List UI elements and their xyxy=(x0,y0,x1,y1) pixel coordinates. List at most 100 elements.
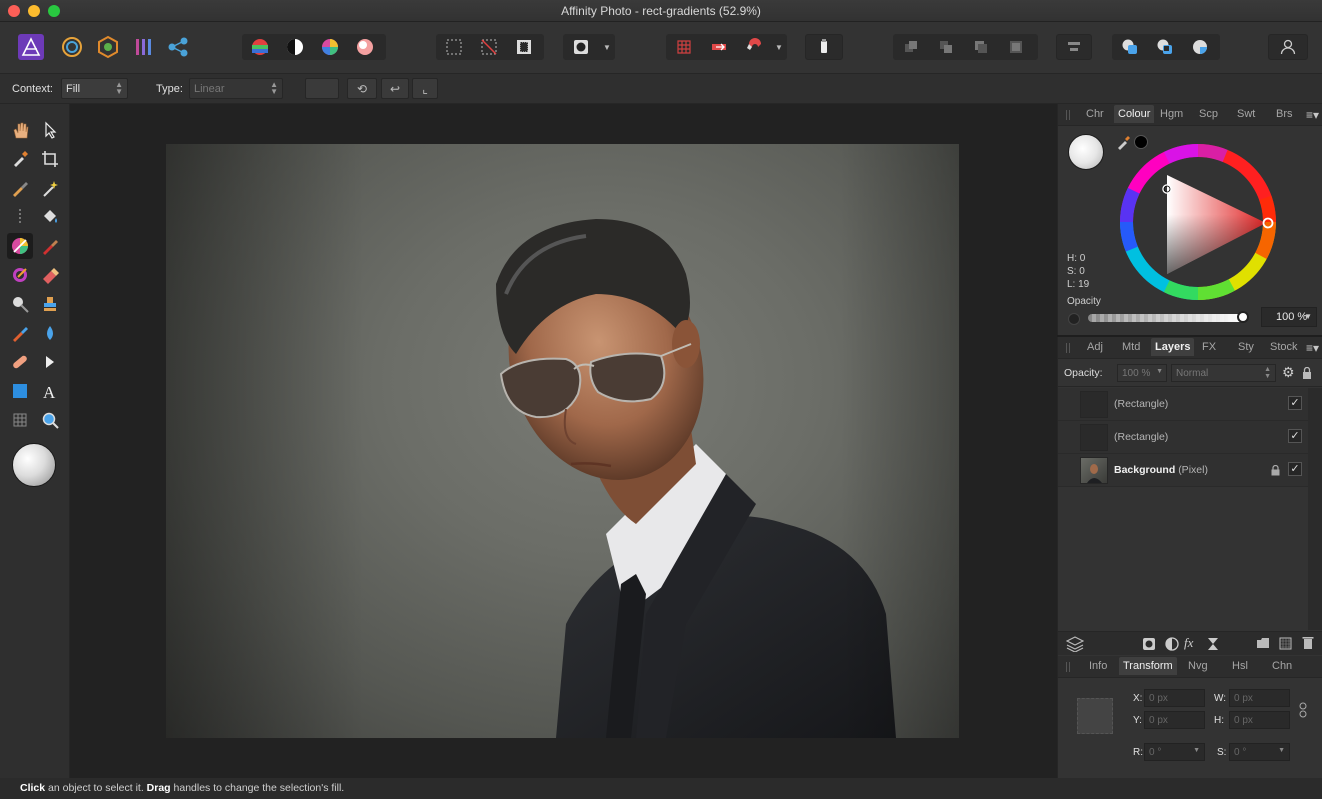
paint-brush-tool-icon[interactable] xyxy=(37,233,63,259)
add-mask-icon[interactable] xyxy=(1142,637,1156,651)
assistant-icon[interactable] xyxy=(805,34,843,60)
document-canvas[interactable] xyxy=(166,144,959,738)
panel-grip-icon[interactable] xyxy=(1066,662,1070,672)
add-fx-icon[interactable]: fx xyxy=(1184,635,1193,651)
marquee-select-icon[interactable] xyxy=(436,34,471,60)
h-field[interactable]: 0 px xyxy=(1229,711,1290,729)
layer-settings-gear-icon[interactable]: ⚙ xyxy=(1282,364,1295,381)
y-field[interactable]: 0 px xyxy=(1144,711,1205,729)
tab-nvg[interactable]: Nvg xyxy=(1188,660,1208,672)
aspect-gradient-icon[interactable]: ⌞ xyxy=(412,78,438,99)
tab-stock[interactable]: Stock xyxy=(1270,341,1298,353)
dodge-brush-tool-icon[interactable] xyxy=(7,291,33,317)
tone-mapping-persona-icon[interactable] xyxy=(128,31,160,63)
healing-brush-tool-icon[interactable] xyxy=(7,349,33,375)
intersect-boolean-icon[interactable] xyxy=(1182,34,1217,60)
flood-select-tool-icon[interactable] xyxy=(37,175,63,201)
invert-selection-icon[interactable] xyxy=(506,34,541,60)
tab-brs[interactable]: Brs xyxy=(1276,108,1293,120)
snapping-magnet-icon[interactable] xyxy=(736,34,771,60)
smudge-brush-tool-icon[interactable] xyxy=(7,320,33,346)
colour-wheel[interactable] xyxy=(1120,144,1276,300)
anchor-point-selector[interactable] xyxy=(1077,698,1113,734)
tab-swt[interactable]: Swt xyxy=(1237,108,1255,120)
blur-brush-tool-icon[interactable] xyxy=(37,320,63,346)
type-select[interactable]: Linear ▲ ▼ xyxy=(189,78,283,99)
opacity-slider-handle[interactable] xyxy=(1237,311,1249,323)
layer-row[interactable]: (Rectangle) ✓ xyxy=(1058,388,1308,421)
tab-adj[interactable]: Adj xyxy=(1087,341,1103,353)
tab-scp[interactable]: Scp xyxy=(1199,108,1218,120)
context-select[interactable]: Fill ▲ ▼ xyxy=(61,78,128,99)
white-balance-icon[interactable] xyxy=(347,34,382,60)
add-pixel-layer-icon[interactable] xyxy=(1279,637,1292,650)
tab-colour[interactable]: Colour xyxy=(1114,105,1155,123)
tab-sty[interactable]: Sty xyxy=(1238,341,1254,353)
shear-field[interactable]: 0 ° ▼ xyxy=(1229,743,1290,761)
gradient-swatch-button[interactable] xyxy=(305,78,339,99)
color-replacement-tool-icon[interactable] xyxy=(7,262,33,288)
node-tool-icon[interactable] xyxy=(37,349,63,375)
clone-brush-tool-icon[interactable] xyxy=(37,291,63,317)
move-forward-one-icon[interactable] xyxy=(963,34,998,60)
panel-menu-icon[interactable]: ≡▾ xyxy=(1306,341,1319,355)
grid-icon[interactable] xyxy=(666,34,701,60)
x-field[interactable]: 0 px xyxy=(1144,689,1205,707)
tab-fx[interactable]: FX xyxy=(1202,341,1216,353)
delete-layer-trash-icon[interactable] xyxy=(1302,636,1314,650)
tab-mtd[interactable]: Mtd xyxy=(1122,341,1140,353)
move-to-back-icon[interactable] xyxy=(893,34,928,60)
tab-layers[interactable]: Layers xyxy=(1151,338,1195,356)
layer-visibility-checkbox[interactable]: ✓ xyxy=(1288,396,1302,410)
layer-lock-icon[interactable] xyxy=(1302,367,1312,379)
w-field[interactable]: 0 px xyxy=(1229,689,1290,707)
tab-info[interactable]: Info xyxy=(1089,660,1107,672)
liquify-persona-icon[interactable] xyxy=(56,31,88,63)
layer-locked-icon[interactable] xyxy=(1271,465,1280,476)
selection-brush-tool-icon[interactable] xyxy=(7,175,33,201)
erase-brush-tool-icon[interactable] xyxy=(37,262,63,288)
add-live-filter-icon[interactable] xyxy=(1207,637,1219,651)
layer-row[interactable]: (Rectangle) ✓ xyxy=(1058,421,1308,454)
tab-chn[interactable]: Chn xyxy=(1272,660,1292,672)
layer-row[interactable]: Background (Pixel) ✓ xyxy=(1058,454,1308,487)
deselect-icon[interactable] xyxy=(471,34,506,60)
link-dimensions-icon[interactable] xyxy=(1299,702,1307,718)
tab-hgm[interactable]: Hgm xyxy=(1160,108,1183,120)
rotation-field[interactable]: 0 ° ▼ xyxy=(1144,743,1205,761)
quick-mask-icon[interactable] xyxy=(563,34,599,60)
tab-chr[interactable]: Chr xyxy=(1086,108,1104,120)
align-icon[interactable] xyxy=(1056,34,1092,60)
subtract-boolean-icon[interactable] xyxy=(1147,34,1182,60)
view-tool-icon[interactable] xyxy=(7,117,33,143)
add-adjustment-icon[interactable] xyxy=(1165,637,1179,651)
canvas-area[interactable] xyxy=(70,104,1057,778)
user-account-icon[interactable] xyxy=(1268,34,1308,60)
move-back-one-icon[interactable] xyxy=(928,34,963,60)
add-boolean-icon[interactable] xyxy=(1112,34,1147,60)
opacity-slider[interactable] xyxy=(1088,314,1243,322)
color-picker-tool-icon[interactable] xyxy=(7,146,33,172)
rectangle-tool-icon[interactable] xyxy=(7,378,33,404)
marquee-tool-icon[interactable] xyxy=(7,204,33,230)
zoom-tool-icon[interactable] xyxy=(37,407,63,433)
snapping-dropdown-icon[interactable]: ▼ xyxy=(771,43,787,52)
move-to-front-icon[interactable] xyxy=(998,34,1033,60)
levels-icon[interactable] xyxy=(242,34,277,60)
artistic-text-tool-icon[interactable]: A xyxy=(37,378,63,404)
blend-mode-select[interactable]: Normal ▲ ▼ xyxy=(1171,364,1276,382)
export-persona-icon[interactable] xyxy=(162,31,194,63)
hsl-icon[interactable] xyxy=(312,34,347,60)
black-white-icon[interactable] xyxy=(277,34,312,60)
align-snap-icon[interactable] xyxy=(701,34,736,60)
move-tool-icon[interactable] xyxy=(37,117,63,143)
layers-scrollbar[interactable] xyxy=(1308,388,1322,630)
quick-mask-dropdown-icon[interactable]: ▼ xyxy=(599,43,615,52)
opacity-value-field[interactable]: 100 % ▼ xyxy=(1261,307,1317,327)
layer-opacity-field[interactable]: 100 % ▼ xyxy=(1117,364,1167,382)
photo-persona-icon[interactable] xyxy=(15,31,47,63)
primary-color-swatch[interactable] xyxy=(12,443,56,487)
panel-grip-icon[interactable] xyxy=(1066,110,1070,120)
layer-visibility-checkbox[interactable]: ✓ xyxy=(1288,462,1302,476)
fill-tool-icon[interactable] xyxy=(37,204,63,230)
